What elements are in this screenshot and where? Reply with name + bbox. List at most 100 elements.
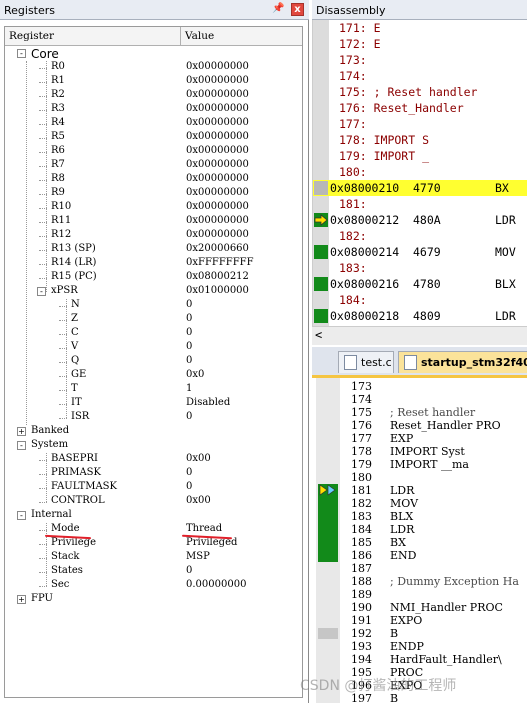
register-row[interactable]: R3 0x00000000 <box>5 103 302 117</box>
register-row[interactable]: Z0 <box>5 313 302 327</box>
register-row[interactable]: C0 <box>5 327 302 341</box>
register-row[interactable]: R14 (LR) 0xFFFFFFFF <box>5 257 302 271</box>
code-text: BX <box>390 536 406 549</box>
register-row[interactable]: R7 0x00000000 <box>5 159 302 173</box>
group-banked[interactable]: + Banked <box>5 425 302 439</box>
register-row[interactable]: V0 <box>5 341 302 355</box>
disassembly-source-line[interactable]: 180: <box>313 164 527 180</box>
scroll-left-arrow-icon[interactable]: < <box>315 328 322 342</box>
register-row[interactable]: Privilege Privileged <box>5 537 302 551</box>
register-row[interactable]: R10 0x00000000 <box>5 201 302 215</box>
group-fpu[interactable]: + FPU <box>5 593 302 607</box>
source-line[interactable]: 190 NMI_Handler PROC <box>312 601 527 614</box>
source-line[interactable]: 185 BX <box>312 536 527 549</box>
disassembly-instruction[interactable]: 0x08000212 480A LDR <box>313 212 527 228</box>
disassembly-source-line[interactable]: 183: <box>313 260 527 276</box>
register-row[interactable]: R11 0x00000000 <box>5 215 302 229</box>
source-line[interactable]: 177 EXP <box>312 432 527 445</box>
source-line[interactable]: 192 B <box>312 627 527 640</box>
register-row[interactable]: States 0 <box>5 565 302 579</box>
tab-startup-stm32f407[interactable]: startup_stm32f407 <box>398 351 527 373</box>
disassembly-view[interactable]: 171: E 172: E 173: 174: 175: ; Reset handler… <box>312 20 527 345</box>
source-line[interactable]: 181 LDR <box>312 484 527 497</box>
register-row[interactable]: PRIMASK 0 <box>5 467 302 481</box>
register-row[interactable]: R13 (SP) 0x20000660 <box>5 243 302 257</box>
register-row[interactable]: R12 0x00000000 <box>5 229 302 243</box>
disassembly-source-line[interactable]: 173: <box>313 52 527 68</box>
source-line[interactable]: 189 <box>312 588 527 601</box>
disassembly-source-line[interactable]: 175: ; Reset handler <box>313 84 527 100</box>
disassembly-source-line[interactable]: 182: <box>313 228 527 244</box>
collapse-icon[interactable]: - <box>17 49 26 58</box>
source-line[interactable]: 184 LDR <box>312 523 527 536</box>
register-row[interactable]: R0 0x00000000 <box>5 61 302 75</box>
source-line[interactable]: 188 ; Dummy Exception Ha <box>312 575 527 588</box>
register-row[interactable]: R6 0x00000000 <box>5 145 302 159</box>
register-row[interactable]: N0 <box>5 299 302 313</box>
source-line[interactable]: 176 Reset_Handler PRO <box>312 419 527 432</box>
group-internal[interactable]: - Internal <box>5 509 302 523</box>
collapse-icon[interactable]: - <box>37 287 46 296</box>
register-row[interactable]: R8 0x00000000 <box>5 173 302 187</box>
disassembly-source-line[interactable]: 174: <box>313 68 527 84</box>
register-row[interactable]: Stack MSP <box>5 551 302 565</box>
register-row[interactable]: R1 0x00000000 <box>5 75 302 89</box>
line-number: 192 <box>351 627 372 640</box>
group-system[interactable]: - System <box>5 439 302 453</box>
register-row[interactable]: IT Disabled <box>5 397 302 411</box>
disassembly-instruction[interactable]: 0x08000218 4809 LDR <box>313 308 527 324</box>
disassembly-source-line[interactable]: 181: <box>313 196 527 212</box>
column-header-register[interactable]: Register <box>5 27 181 46</box>
source-line[interactable]: 178 IMPORT Syst <box>312 445 527 458</box>
tab-test-c[interactable]: test.c <box>338 351 394 373</box>
register-row[interactable]: FAULTMASK 0 <box>5 481 302 495</box>
expand-icon[interactable]: + <box>17 595 26 604</box>
disassembly-instruction[interactable]: 0x08000210 4770 BX <box>313 180 527 196</box>
register-row[interactable]: R4 0x00000000 <box>5 117 302 131</box>
disassembly-source-line[interactable]: 171: E <box>313 20 527 36</box>
collapse-icon[interactable]: - <box>17 441 26 450</box>
source-editor[interactable]: 173 174 175 ; Reset handler 176 Reset_Handler… <box>312 378 527 703</box>
register-row[interactable]: T1 <box>5 383 302 397</box>
disassembly-source-line[interactable]: 172: E <box>313 36 527 52</box>
pin-icon[interactable]: 📌 <box>272 3 285 16</box>
source-line[interactable]: 174 <box>312 393 527 406</box>
line-number: 189 <box>351 588 372 601</box>
group-core[interactable]: - Core <box>5 47 302 61</box>
column-header-value[interactable]: Value <box>181 27 302 46</box>
source-line[interactable]: 193 ENDP <box>312 640 527 653</box>
disassembly-source-line[interactable]: 184: <box>313 292 527 308</box>
register-row[interactable]: ISR 0 <box>5 411 302 425</box>
register-row[interactable]: BASEPRI 0x00 <box>5 453 302 467</box>
register-row[interactable]: R15 (PC) 0x08000212 <box>5 271 302 285</box>
register-name: R11 <box>51 215 72 226</box>
source-line[interactable]: 179 IMPORT __ma <box>312 458 527 471</box>
expand-icon[interactable]: + <box>17 427 26 436</box>
source-line[interactable]: 187 <box>312 562 527 575</box>
disassembly-source-line[interactable]: 178: IMPORT S <box>313 132 527 148</box>
disassembly-source-line[interactable]: 179: IMPORT _ <box>313 148 527 164</box>
source-line[interactable]: 186 END <box>312 549 527 562</box>
source-line[interactable]: 175 ; Reset handler <box>312 406 527 419</box>
register-row[interactable]: R5 0x00000000 <box>5 131 302 145</box>
source-line[interactable]: 191 EXPO <box>312 614 527 627</box>
register-row[interactable]: CONTROL 0x00 <box>5 495 302 509</box>
source-line[interactable]: 180 <box>312 471 527 484</box>
source-line[interactable]: 182 MOV <box>312 497 527 510</box>
disassembly-instruction[interactable]: 0x08000214 4679 MOV <box>313 244 527 260</box>
disassembly-source-line[interactable]: 176: Reset_Handler <box>313 100 527 116</box>
source-line[interactable]: 173 <box>312 380 527 393</box>
close-button[interactable]: x <box>291 3 304 16</box>
source-line[interactable]: 183 BLX <box>312 510 527 523</box>
register-row[interactable]: Q0 <box>5 355 302 369</box>
collapse-icon[interactable]: - <box>17 511 26 520</box>
register-row[interactable]: Sec 0.00000000 <box>5 579 302 593</box>
source-line[interactable]: 194 HardFault_Handler\ <box>312 653 527 666</box>
group-xpsr[interactable]: - xPSR 0x01000000 <box>5 285 302 299</box>
disassembly-horizontal-scrollbar[interactable]: < <box>312 326 527 345</box>
disassembly-source-line[interactable]: 177: <box>313 116 527 132</box>
register-row[interactable]: R9 0x00000000 <box>5 187 302 201</box>
register-row[interactable]: R2 0x00000000 <box>5 89 302 103</box>
disassembly-instruction[interactable]: 0x08000216 4780 BLX <box>313 276 527 292</box>
register-row[interactable]: GE 0x0 <box>5 369 302 383</box>
